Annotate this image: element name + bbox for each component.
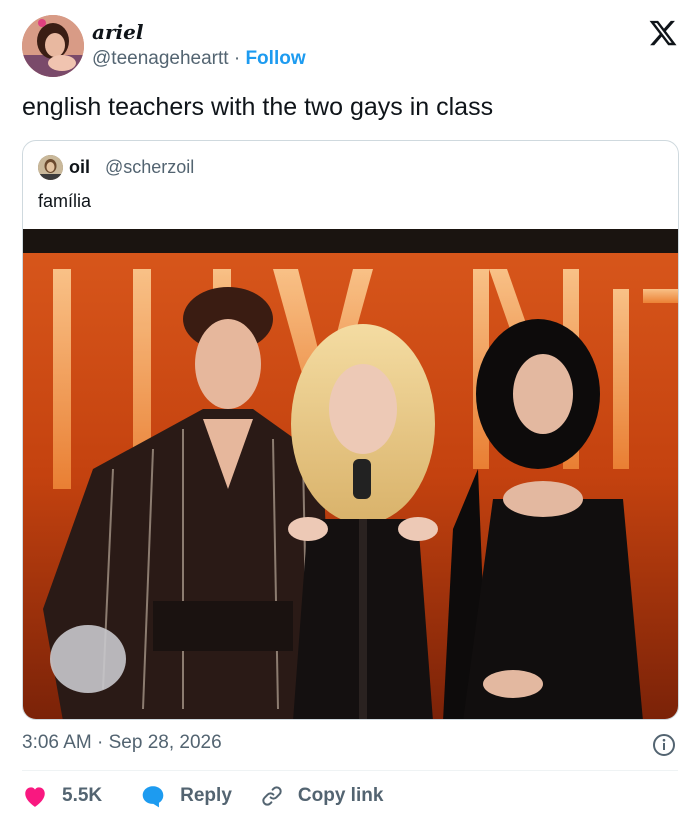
copy-link-label: Copy link — [297, 785, 384, 806]
link-icon — [262, 786, 282, 806]
embedded-tweet-card: ariel @teenageheartt · Follow english te… — [0, 0, 700, 823]
author-handle-row: @teenageheartt · Follow — [92, 48, 306, 70]
author-handle[interactable]: @teenageheartt — [92, 48, 229, 69]
like-count: 5.5K — [62, 785, 103, 806]
heart-icon — [25, 787, 45, 807]
quoted-photo[interactable] — [23, 229, 679, 720]
reply-button[interactable]: Reply — [140, 784, 232, 808]
author-name[interactable]: ariel — [92, 20, 143, 44]
tweet-text: english teachers with the two gays in cl… — [22, 93, 494, 121]
copy-link-button[interactable]: Copy link — [260, 784, 384, 808]
quoted-text: família — [38, 191, 92, 211]
quoted-name: oil — [69, 157, 90, 177]
x-logo-icon[interactable] — [648, 18, 678, 48]
meta-separator: · — [97, 732, 109, 753]
quoted-avatar — [38, 155, 63, 180]
divider — [22, 770, 678, 771]
reply-bubble-icon — [142, 786, 164, 808]
follow-button[interactable]: Follow — [245, 48, 305, 69]
like-button[interactable]: 5.5K — [22, 784, 102, 808]
author-avatar[interactable] — [22, 15, 84, 77]
action-bar: 5.5K Reply Copy link — [22, 780, 421, 812]
tweet-date: Sep 28, 2026 — [108, 732, 222, 753]
quoted-handle: @scherzoil — [105, 157, 195, 177]
tweet-timestamp[interactable]: 3:06 AM · Sep 28, 2026 — [22, 732, 222, 754]
handle-separator: · — [233, 48, 246, 69]
tweet-time: 3:06 AM — [22, 732, 92, 753]
reply-label: Reply — [180, 785, 232, 806]
info-icon[interactable] — [652, 733, 676, 757]
quoted-tweet[interactable]: oil @scherzoil família — [22, 140, 679, 720]
